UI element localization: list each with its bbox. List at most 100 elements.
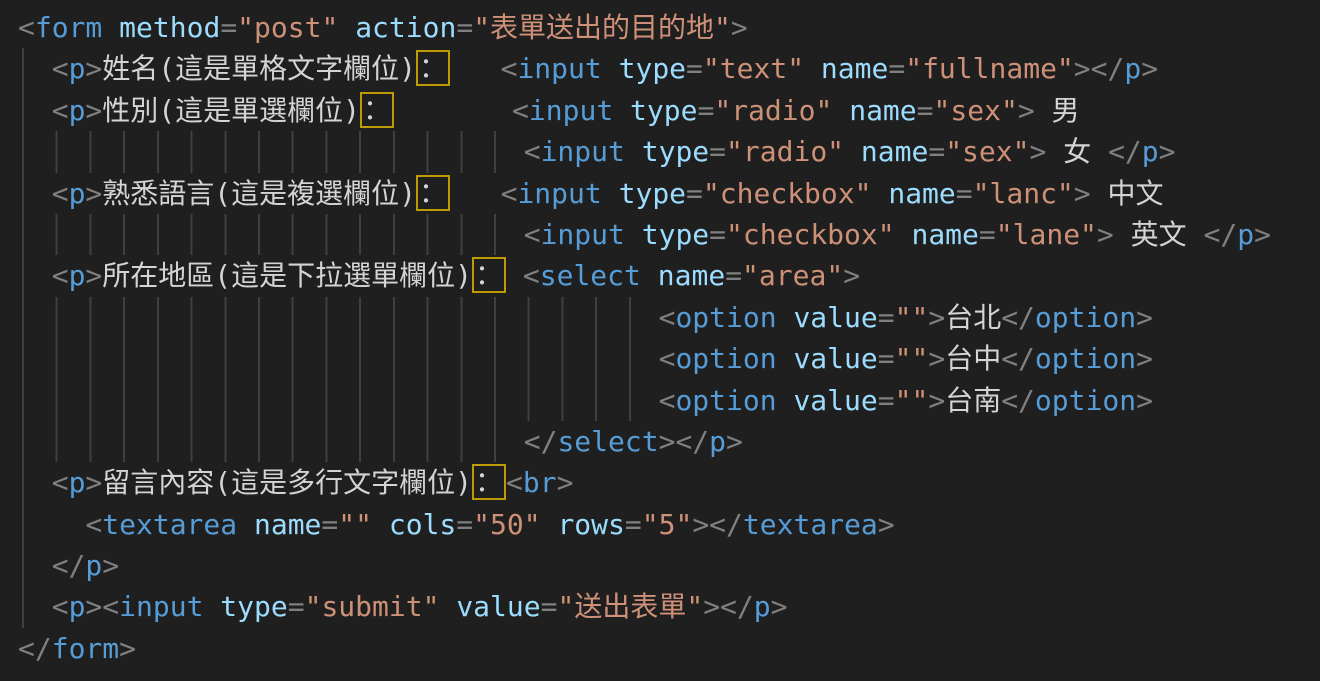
punctuation: < [506, 466, 523, 499]
punctuation: </ [524, 425, 558, 458]
punctuation: > [726, 425, 743, 458]
indent-guides [18, 545, 52, 586]
punctuation: < [52, 466, 69, 499]
code-line-14[interactable]: </p> [18, 545, 1320, 586]
text-content [777, 301, 794, 334]
punctuation: > [1136, 384, 1153, 417]
attribute-name: value [793, 342, 877, 375]
text-content: 台中 [945, 342, 1001, 375]
unicode-highlight-box: ： [472, 464, 506, 500]
tag-name: select [557, 425, 658, 458]
attribute-name: name [254, 508, 321, 541]
indent-guides [18, 462, 52, 503]
attribute-name: method [119, 11, 220, 44]
attribute-name: type [642, 135, 709, 168]
code-line-4[interactable]: <input type="radio" name="sex"> 女 </p> [18, 131, 1320, 172]
unicode-highlight-box: ： [416, 175, 450, 211]
text-content [777, 384, 794, 417]
indent-guides [18, 380, 659, 421]
indent-guides [18, 131, 524, 172]
punctuation: </ [18, 632, 52, 665]
attribute-value: "sex" [945, 135, 1029, 168]
text-content [372, 508, 389, 541]
attribute-value: "lane" [996, 218, 1097, 251]
punctuation: = [220, 11, 237, 44]
punctuation: = [725, 259, 742, 292]
code-line-2[interactable]: <p>姓名(這是單格文字欄位)： <input type="text" name… [18, 48, 1320, 89]
tag-name: p [754, 590, 771, 623]
punctuation: < [524, 135, 541, 168]
attribute-name: name [861, 135, 928, 168]
punctuation: < [523, 259, 540, 292]
indent-guides [18, 504, 52, 545]
punctuation: = [686, 177, 703, 210]
attribute-name: value [793, 384, 877, 417]
punctuation: < [659, 384, 676, 417]
attribute-value: "50" [473, 508, 540, 541]
punctuation: = [321, 508, 338, 541]
attribute-name: name [888, 177, 955, 210]
punctuation: < [85, 508, 102, 541]
punctuation: = [888, 52, 905, 85]
tag-name: p [1124, 52, 1141, 85]
punctuation: ></ [1074, 52, 1125, 85]
text-content [203, 590, 220, 623]
code-line-7[interactable]: <p>所在地區(這是下拉選單欄位)： <select name="area"> [18, 255, 1320, 296]
punctuation: > [1254, 218, 1271, 251]
punctuation: > [1136, 342, 1153, 375]
text-content [394, 94, 512, 127]
punctuation: > [843, 259, 860, 292]
code-line-11[interactable]: </select></p> [18, 421, 1320, 462]
attribute-value: "submit" [305, 590, 440, 623]
tag-name: textarea [102, 508, 237, 541]
attribute-name: value [456, 590, 540, 623]
code-line-15[interactable]: <p><input type="submit" value="送出表單"></p… [18, 586, 1320, 627]
indent-space [52, 504, 86, 545]
punctuation: = [878, 342, 895, 375]
code-line-12[interactable]: <p>留言內容(這是多行文字欄位)：<br> [18, 462, 1320, 503]
code-line-13[interactable]: <textarea name="" cols="50" rows="5"></t… [18, 504, 1320, 545]
punctuation: > [557, 466, 574, 499]
punctuation: < [524, 218, 541, 251]
punctuation: > [731, 11, 748, 44]
text-content [871, 177, 888, 210]
text-content [625, 218, 642, 251]
punctuation: </ [1001, 384, 1035, 417]
code-line-10[interactable]: <option value="">台南</option> [18, 380, 1320, 421]
punctuation: ></ [659, 425, 710, 458]
punctuation: < [659, 342, 676, 375]
tag-name: p [69, 259, 86, 292]
text-content: 男 [1035, 94, 1080, 127]
code-line-5[interactable]: <p>熟悉語言(這是複選欄位)： <input type="checkbox" … [18, 173, 1320, 214]
punctuation: = [697, 94, 714, 127]
attribute-value: "表單送出的目的地" [473, 11, 731, 44]
punctuation: </ [1108, 135, 1142, 168]
code-line-16[interactable]: </form> [18, 628, 1320, 669]
tag-name: select [540, 259, 641, 292]
punctuation: > [1097, 218, 1114, 251]
attribute-name: cols [389, 508, 456, 541]
code-line-3[interactable]: <p>性別(這是單選欄位)： <input type="radio" name=… [18, 90, 1320, 131]
punctuation: = [709, 135, 726, 168]
code-line-9[interactable]: <option value="">台中</option> [18, 338, 1320, 379]
punctuation: = [686, 52, 703, 85]
text-content [102, 11, 119, 44]
code-line-1[interactable]: <form method="post" action="表單送出的目的地"> [18, 7, 1320, 48]
attribute-value: "" [895, 384, 929, 417]
punctuation: > [928, 384, 945, 417]
code-line-6[interactable]: <input type="checkbox" name="lane"> 英文 <… [18, 214, 1320, 255]
text-content: 性別(這是單選欄位) [102, 94, 360, 127]
tag-name: p [1237, 218, 1254, 251]
tag-name: input [517, 52, 601, 85]
attribute-name: type [630, 94, 697, 127]
attribute-value: "fullname" [905, 52, 1074, 85]
attribute-value: "" [895, 301, 929, 334]
punctuation: </ [52, 549, 86, 582]
code-editor[interactable]: <form method="post" action="表單送出的目的地"><p… [0, 0, 1320, 681]
punctuation: < [501, 52, 518, 85]
attribute-value: "area" [742, 259, 843, 292]
code-line-8[interactable]: <option value="">台北</option> [18, 297, 1320, 338]
punctuation: = [625, 508, 642, 541]
text-content [641, 259, 658, 292]
punctuation: = [928, 135, 945, 168]
